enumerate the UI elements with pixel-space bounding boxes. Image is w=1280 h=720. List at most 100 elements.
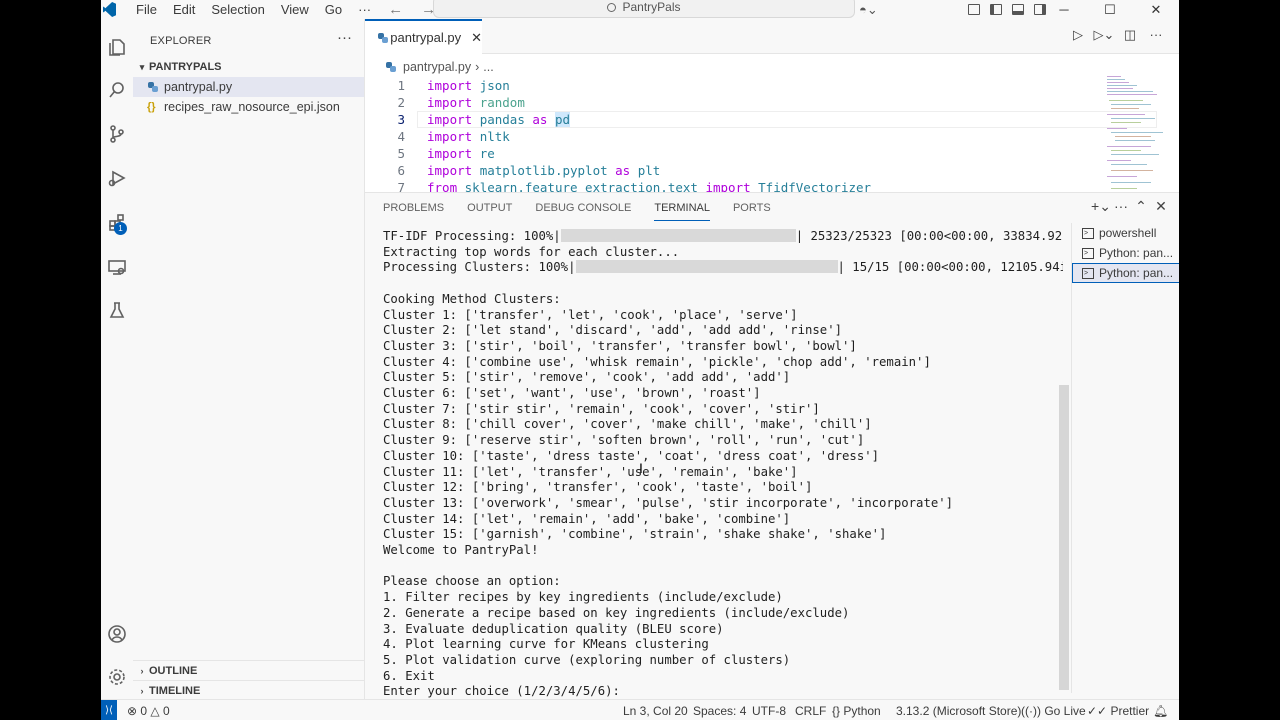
tab-ports[interactable]: PORTS [733,202,771,221]
explorer-more-icon[interactable]: ··· [337,29,352,46]
terminal-item-python-2[interactable]: > Python: pan... [1072,263,1179,283]
code-line: import nltk [427,129,510,144]
explorer-icon[interactable] [101,32,133,62]
tab-problems[interactable]: PROBLEMS [383,202,444,221]
run-dropdown-icon[interactable]: ▷⌄ [1091,27,1117,43]
terminal-icon: > [1082,267,1094,279]
clusters-label: Processing Clusters: 100%| [383,260,576,275]
prettier-status[interactable]: ✓✓ Prettier [1087,704,1149,718]
new-terminal-icon[interactable]: +⌄ [1091,198,1111,215]
menu-more[interactable]: ··· [350,2,379,17]
file-name: recipes_raw_nosource_epi.json [164,100,340,114]
minimap[interactable] [1107,74,1171,192]
menu-selection[interactable]: Selection [203,2,272,17]
terminal-name: powershell [1099,226,1157,240]
command-center[interactable]: PantryPals [433,0,855,18]
account-icon[interactable] [101,619,133,649]
settings-gear-icon[interactable] [101,662,133,692]
cursor-position[interactable]: Ln 3, Col 20 [623,704,688,718]
toggle-sidebar-icon[interactable] [990,4,1002,15]
line-number: 5 [397,146,405,161]
folder-header[interactable]: ▾ PANTRYPALS [133,57,364,77]
clusters-stats: | 15/15 [00:00<00:00, 12105.94it/s] [837,260,1064,275]
encoding[interactable]: UTF-8 [752,704,786,718]
cluster-line: Cluster 6: ['set', 'want', 'use', 'brown… [383,386,761,401]
menu-option: 3. Evaluate deduplication quality (BLEU … [383,621,724,636]
terminal-line: TF-IDF Processing: 100%| | 25323/25323 [0… [383,229,1063,245]
menu-view[interactable]: View [273,2,317,17]
file-item-pantrypal[interactable]: pantrypal.py [133,77,364,97]
language-mode[interactable]: {} Python [832,704,881,718]
terminal-item-powershell[interactable]: > powershell [1072,223,1179,243]
extensions-icon[interactable]: 1 [101,207,133,237]
terminal-icon: > [1082,227,1094,239]
terminal-name: Python: pan... [1099,246,1174,260]
run-file-icon[interactable]: ▷ [1065,27,1091,43]
toggle-panel-icon[interactable] [1012,4,1024,15]
breadcrumb-file[interactable]: pantrypal.py [403,60,471,74]
remote-indicator-icon[interactable]: ⟩⟨ [101,700,117,720]
terminal-name: Python: pan... [1099,266,1174,280]
command-center-label: PantryPals [622,0,681,14]
menu-edit[interactable]: Edit [165,2,203,17]
activity-bar: 1 [101,19,134,699]
cluster-line: Cluster 10: ['taste', 'dress taste', 'co… [383,448,880,463]
line-number: 1 [397,78,405,93]
tab-terminal[interactable]: TERMINAL [654,202,710,221]
copilot-icon[interactable]: ◓⌄ [859,2,878,18]
menu-go[interactable]: Go [317,2,350,17]
search-view-icon[interactable] [101,75,133,105]
terminal-output[interactable]: TF-IDF Processing: 100%| | 25323/25323 [0… [383,229,1063,699]
panel-more-icon[interactable]: ··· [1111,198,1131,215]
end-of-line[interactable]: CRLF [795,704,826,718]
source-control-icon[interactable] [101,119,133,149]
python-file-icon [377,32,389,44]
problems-status[interactable]: ⊗ 0 △ 0 [127,704,170,718]
prettier-label: Prettier [1110,704,1150,718]
close-window-icon[interactable]: ✕ [1133,2,1179,18]
editor-more-icon[interactable]: ··· [1143,27,1169,43]
close-tab-icon[interactable]: ✕ [471,30,482,46]
line-number: 7 [397,180,405,192]
run-debug-icon[interactable] [101,163,133,193]
tfidf-label: TF-IDF Processing: 100%| [383,229,561,243]
notifications-bell-icon[interactable]: 🔔︎ [1153,704,1168,718]
cluster-line: Cluster 1: ['transfer', 'let', 'cook', '… [383,307,798,322]
outline-section[interactable]: › OUTLINE [133,660,364,681]
language-label: Python [843,704,881,718]
split-editor-icon[interactable]: ◫ [1117,27,1143,43]
menu-option: 4. Plot learning curve for KMeans cluste… [383,637,709,652]
back-arrow-icon[interactable]: ← [388,1,403,18]
maximize-icon[interactable]: ☐ [1087,2,1133,18]
error-count: 0 [140,704,148,718]
timeline-section[interactable]: › TIMELINE [133,680,364,701]
file-item-recipes-json[interactable]: {} recipes_raw_nosource_epi.json [133,97,364,117]
customize-layout-icon[interactable] [968,4,980,15]
go-live-button[interactable]: ((·)) Go Live [1021,704,1086,718]
indentation[interactable]: Spaces: 4 [693,704,746,718]
input-prompt: Enter your choice (1/2/3/4/5/6): [383,684,620,699]
search-icon [607,2,617,12]
cluster-line: Cluster 9: ['reserve stir', 'soften brow… [383,433,865,448]
tab-debug-console[interactable]: DEBUG CONSOLE [535,202,631,221]
code-line: import matplotlib.pyplot as plt [427,163,661,178]
go-live-label: Go Live [1044,704,1086,718]
code-line: import random [427,95,525,110]
terminal-list: > powershell > Python: pan... > Python: pan… [1071,223,1179,693]
maximize-panel-icon[interactable]: ⌃ [1131,198,1151,215]
cluster-line: Cluster 2: ['let stand', 'discard', 'add… [383,323,843,338]
minimize-icon[interactable]: ─ [1041,2,1087,17]
close-panel-icon[interactable]: ✕ [1151,198,1171,215]
testing-icon[interactable] [101,295,133,325]
code-editor[interactable]: pantrypal.py › ... 1 2 3 4 5 6 7 import … [365,54,1179,192]
remote-explorer-icon[interactable] [101,252,133,282]
breadcrumb-more[interactable]: ... [483,60,493,74]
tab-output[interactable]: OUTPUT [467,202,512,221]
terminal-item-python-1[interactable]: > Python: pan... [1072,243,1179,263]
tab-pantrypal[interactable]: pantrypal.py ✕ [365,19,482,54]
menu-file[interactable]: File [128,2,165,17]
terminal-scrollbar[interactable] [1059,385,1069,690]
python-interpreter[interactable]: 3.13.2 (Microsoft Store) [896,704,1021,718]
cluster-line: Cluster 14: ['let', 'remain', 'add', 'ba… [383,511,791,526]
title-bar: File Edit Selection View Go ··· ← → Pant… [101,0,1179,19]
